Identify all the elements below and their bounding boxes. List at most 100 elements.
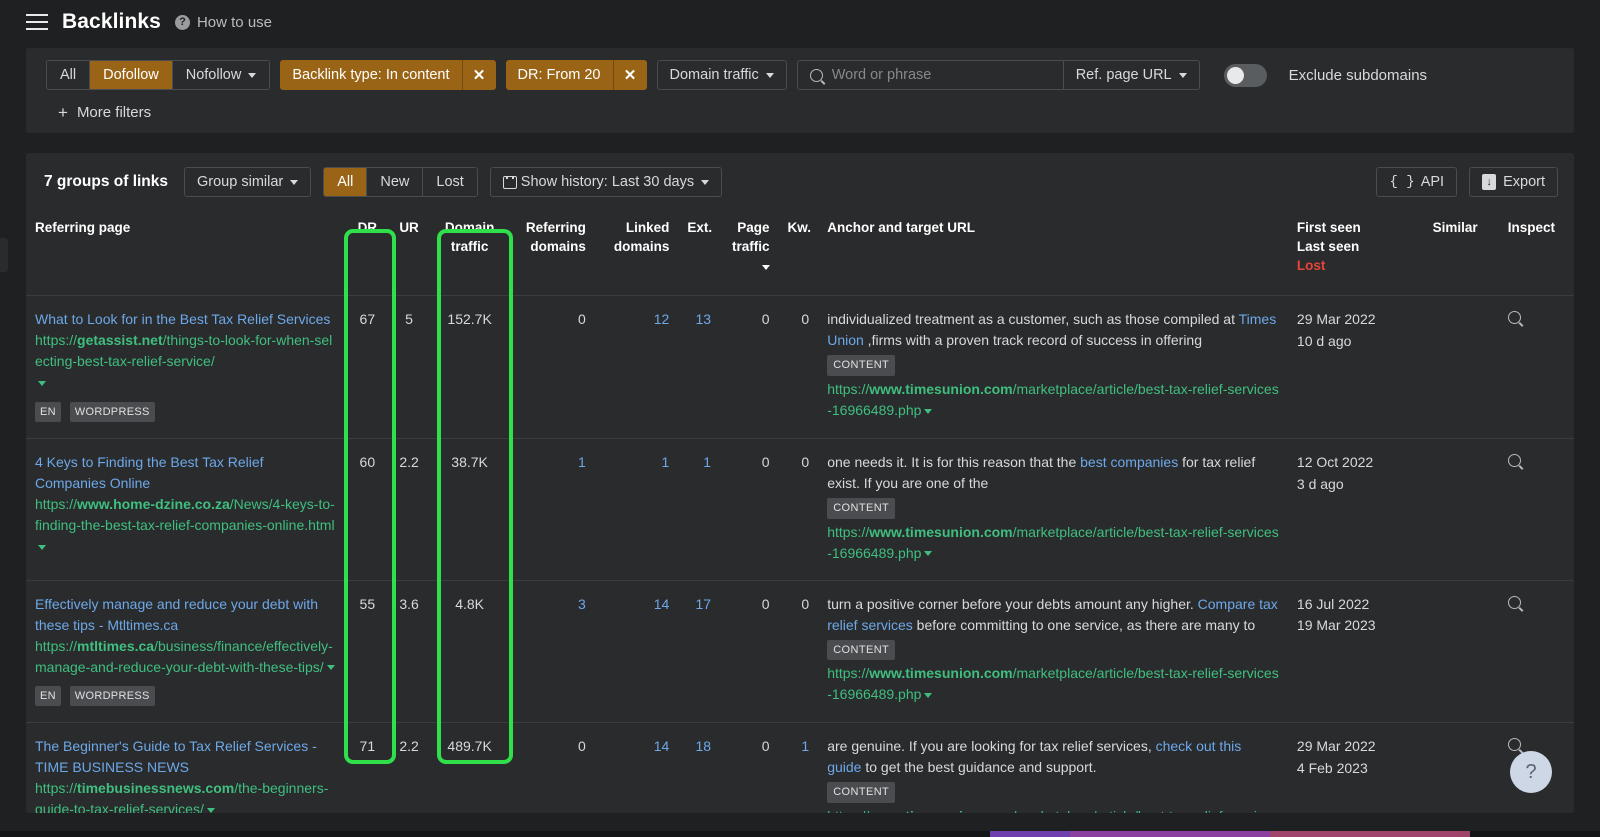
search-icon [809,68,823,82]
col-seen-dates[interactable]: First seen Last seen Lost [1288,210,1424,296]
cell-ext[interactable]: 1 [678,439,720,581]
page-tags: EN WORDPRESS [35,400,335,423]
magnifier-icon[interactable] [1507,738,1521,752]
expand-target-url-icon[interactable] [924,408,933,414]
cell-similar [1424,296,1499,439]
target-url[interactable]: https://www.timesunion.com/marketplace/a… [827,522,1279,564]
expand-target-url-icon[interactable] [924,692,933,698]
cell-ext[interactable]: 17 [678,580,720,723]
tab-all[interactable]: All [324,168,368,196]
how-to-use-link[interactable]: ? How to use [174,14,272,31]
filter-all[interactable]: All [47,61,91,89]
col-page-traffic[interactable]: Page traffic [720,210,778,296]
domain-traffic-filter-button[interactable]: Domain traffic [656,60,787,90]
col-linked-domains[interactable]: Linked domains [595,210,679,296]
cell-inspect[interactable] [1499,580,1574,723]
anchor-text: are genuine. If you are looking for tax … [827,738,1242,776]
close-icon[interactable]: ✕ [461,60,496,90]
close-icon[interactable]: ✕ [612,60,647,90]
search-input[interactable] [831,67,1051,83]
col-anchor-and-target-url[interactable]: Anchor and target URL [818,210,1288,296]
magnifier-icon[interactable] [1507,595,1521,609]
cell-linked-domains[interactable]: 14 [595,723,679,813]
cell-dr: 55 [359,595,376,612]
help-fab-button[interactable]: ? [1510,751,1552,793]
cell-ur: 2.2 [399,454,419,471]
filter-nofollow[interactable]: Nofollow [172,61,270,89]
tag-platform: WORDPRESS [69,401,155,423]
first-seen-value: 16 Jul 2022 [1296,595,1370,612]
export-button[interactable]: Export [1469,167,1558,197]
cell-ext[interactable]: 18 [678,723,720,813]
col-referring-page[interactable]: Referring page [26,210,344,296]
target-url[interactable]: https://www.timesunion.com/marketplace/a… [827,663,1279,705]
cell-linked-domains[interactable]: 12 [595,296,679,439]
col-domain-traffic[interactable]: Domain traffic [428,210,512,296]
expand-target-url-icon[interactable] [924,551,933,557]
expand-url-icon[interactable] [38,381,46,387]
referring-page-title[interactable]: 4 Keys to Finding the Best Tax Relief Co… [35,454,264,491]
cell-ur: 2.2 [399,738,419,755]
cell-referring-domains: 0 [578,311,586,328]
expand-url-icon[interactable] [326,665,335,671]
col-first-seen: First seen [1296,220,1361,235]
cell-ext[interactable]: 13 [678,296,720,439]
referring-page-title[interactable]: Effectively manage and reduce your debt … [35,596,318,633]
cell-ur: 3.6 [399,595,419,612]
cell-inspect[interactable] [1499,296,1574,439]
referring-page-title[interactable]: What to Look for in the Best Tax Relief … [35,311,330,327]
link-type-badge: CONTENT [827,355,896,376]
cell-referring-domains[interactable]: 1 [511,439,595,581]
link-type-badge: CONTENT [827,498,896,519]
target-url[interactable]: https://www.timesunion.com/marketplace/a… [827,379,1279,421]
status-segment[interactable]: All New Lost [323,167,478,197]
magnifier-icon[interactable] [1507,454,1521,468]
more-filters-button[interactable]: + More filters [58,104,1562,121]
cell-referring-domains[interactable]: 3 [511,580,595,723]
anchor-link[interactable]: best companies [1080,454,1178,470]
col-kw[interactable]: Kw. [779,210,819,296]
col-ext[interactable]: Ext. [678,210,720,296]
cell-linked-domains[interactable]: 14 [595,580,679,723]
anchor-text: individualized treatment as a customer, … [827,311,1277,349]
col-ur[interactable]: UR [390,210,428,296]
group-similar-button[interactable]: Group similar [184,167,312,197]
cell-seen-dates: 29 Mar 2022 10 d ago [1288,296,1424,439]
magnifier-icon[interactable] [1507,311,1521,325]
table-row: 4 Keys to Finding the Best Tax Relief Co… [26,439,1574,581]
expand-url-icon[interactable] [206,807,215,813]
col-inspect[interactable]: Inspect [1499,210,1574,296]
target-url[interactable]: https://www.timesunion.com/marketplace/a… [827,806,1279,813]
cell-inspect[interactable] [1499,439,1574,581]
col-similar[interactable]: Similar [1424,210,1499,296]
referring-page-url[interactable]: https://timebusinessnews.com/the-beginne… [35,778,335,813]
exclude-subdomains-label: Exclude subdomains [1288,66,1428,84]
cell-linked-domains[interactable]: 1 [595,439,679,581]
referring-page-title[interactable]: The Beginner's Guide to Tax Relief Servi… [35,738,317,775]
col-referring-domains[interactable]: Referring domains [511,210,595,296]
table-row: Effectively manage and reduce your debt … [26,580,1574,723]
exclude-subdomains-toggle[interactable] [1223,63,1267,87]
show-history-button[interactable]: Show history: Last 30 days [489,167,723,197]
cell-seen-dates: 12 Oct 2022 3 d ago [1288,439,1424,581]
tab-new[interactable]: New [367,168,424,196]
search-box[interactable] [798,61,1063,89]
tab-lost[interactable]: Lost [423,168,477,196]
cell-similar [1424,580,1499,723]
follow-type-segment[interactable]: All Dofollow Nofollow [46,60,271,90]
cell-kw[interactable]: 1 [779,723,819,813]
referring-page-url[interactable]: https://getassist.net/things-to-look-for… [35,330,335,393]
api-button[interactable]: { } API [1376,167,1458,197]
chip-dr-from[interactable]: DR: From 20 ✕ [505,60,647,90]
referring-page-url[interactable]: https://www.home-dzine.co.za/News/4-keys… [35,494,335,557]
expand-url-icon[interactable] [38,544,46,550]
chevron-down-icon [248,72,257,78]
chip-backlink-type[interactable]: Backlink type: In content ✕ [280,60,496,90]
table-header-row: Referring page DR UR Domain traffic Refe… [26,210,1574,296]
filter-dofollow[interactable]: Dofollow [90,61,173,89]
top-bar: Backlinks ? How to use [0,0,1600,44]
referring-page-url[interactable]: https://mtltimes.ca/business/finance/eff… [35,636,335,678]
hamburger-menu-icon[interactable] [26,14,48,30]
ref-page-url-select[interactable]: Ref. page URL [1062,61,1199,89]
col-dr[interactable]: DR [344,210,390,296]
